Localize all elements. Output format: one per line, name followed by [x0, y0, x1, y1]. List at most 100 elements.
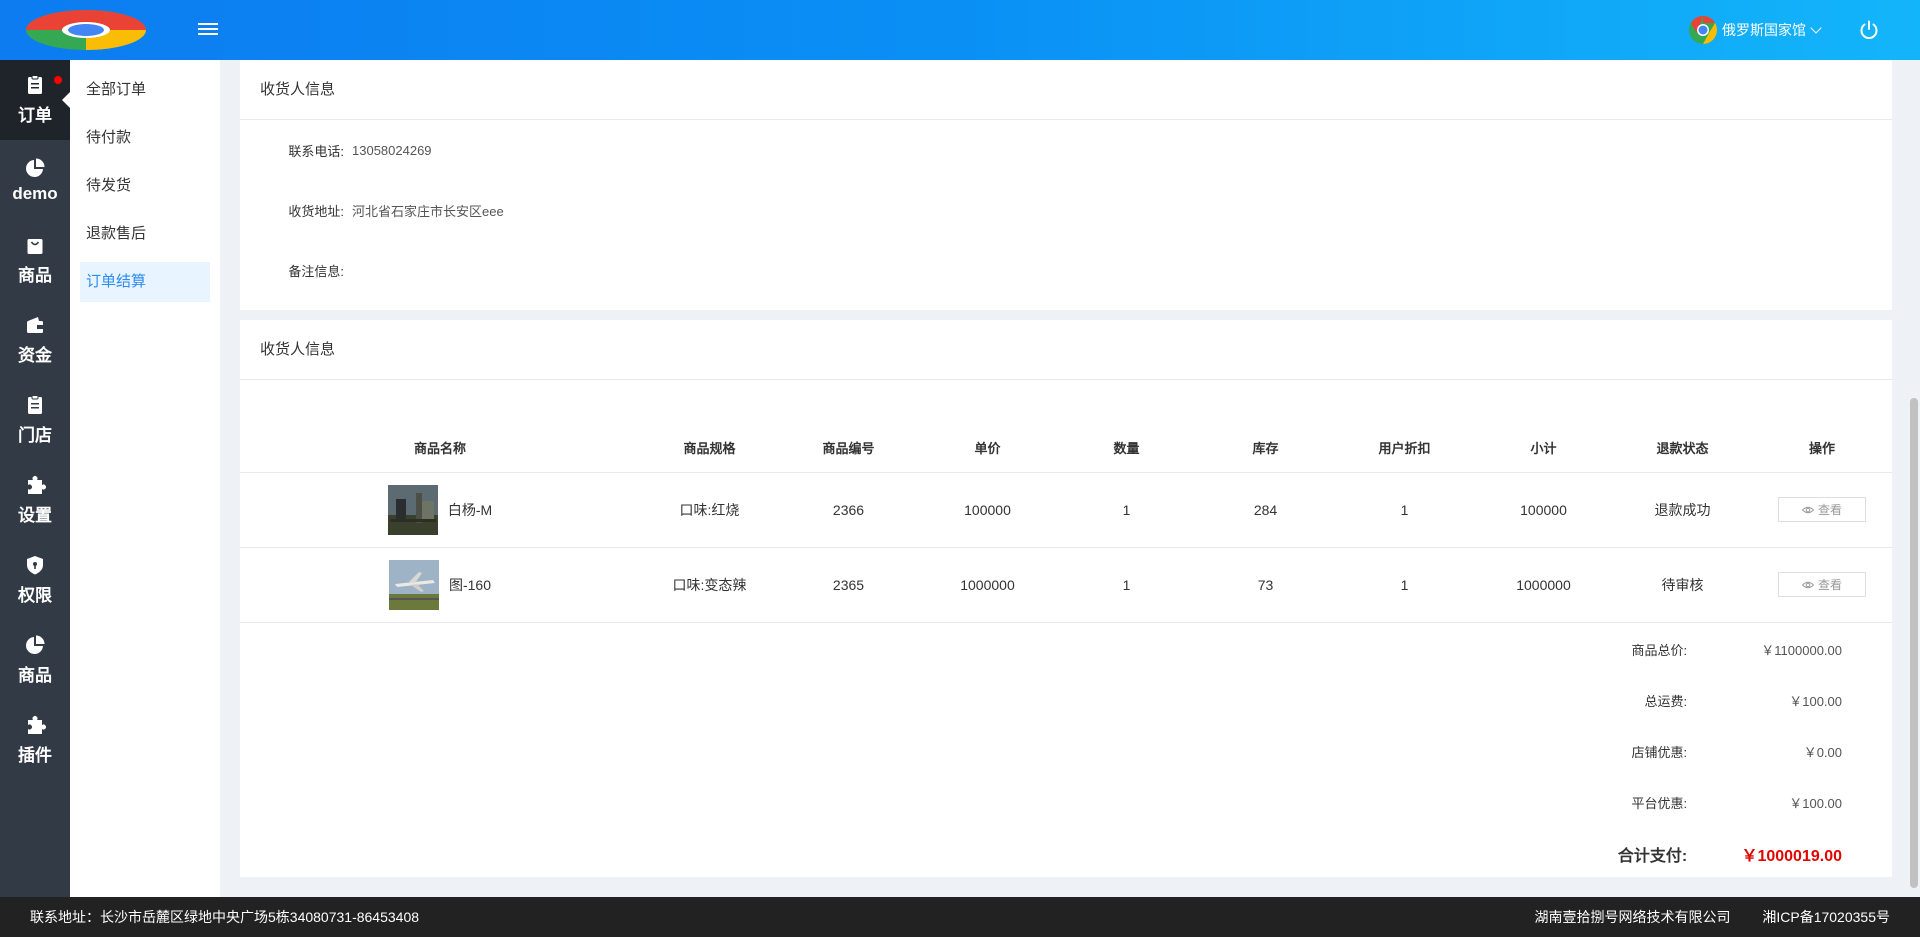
receiver-info-card: 收货人信息 联系电话: 13058024269 收货地址: 河北省石家庄市长安区… [240, 60, 1892, 310]
power-icon[interactable] [1858, 19, 1880, 41]
shopping-bag-icon [27, 239, 43, 254]
action-cell: 查看 [1752, 547, 1892, 623]
summary-row-shop-discount: 店铺优惠: ￥0.00 [1542, 726, 1842, 777]
summary-value: ￥100.00 [1789, 694, 1842, 709]
nav-label: 门店 [18, 426, 52, 445]
action-cell: 查看 [1752, 472, 1892, 548]
submenu-item-pending-payment[interactable]: 待付款 [80, 118, 210, 158]
submenu-item-settlement[interactable]: 订单结算 [80, 262, 210, 302]
user-menu[interactable]: 俄罗斯国家馆 [1688, 14, 1822, 46]
submenu-item-pending-shipment[interactable]: 待发货 [80, 166, 210, 206]
phone-value: 13058024269 [352, 142, 432, 158]
goods-card: 收货人信息 商品名称 商品规格 商品编号 单价 数量 库存 用户折扣 小计 退款… [240, 320, 1892, 877]
footer-company: 湖南壹拾捌号网络技术有限公司 [1534, 909, 1731, 925]
nav-item-stores[interactable]: 门店 [0, 380, 70, 460]
main-nav: 订单 demo 商品 资金 门店 设置 权限 商品 插件 [0, 60, 70, 897]
submenu-item-all-orders[interactable]: 全部订单 [80, 70, 210, 110]
summary-row-freight: 总运费: ￥100.00 [1542, 675, 1842, 726]
nav-item-settings[interactable]: 设置 [0, 460, 70, 540]
nav-item-permissions[interactable]: 权限 [0, 540, 70, 620]
column-header: 数量 [1057, 424, 1196, 473]
page-scrollbar[interactable] [1908, 60, 1920, 897]
nav-item-goods[interactable]: 商品 [0, 220, 70, 300]
view-button[interactable]: 查看 [1778, 497, 1866, 522]
column-header: 商品编号 [779, 424, 918, 473]
goods-table: 商品名称 商品规格 商品编号 单价 数量 库存 用户折扣 小计 退款状态 操作 [240, 424, 1892, 623]
qty-cell: 1 [1057, 547, 1196, 623]
phone-label: 联系电话: [288, 143, 344, 159]
clipboard-icon [28, 75, 42, 94]
address-label: 收货地址: [288, 203, 344, 219]
nav-label: demo [12, 183, 58, 203]
product-name: 白杨-M [447, 501, 493, 518]
nav-item-demo[interactable]: demo [0, 140, 70, 220]
chevron-down-icon [1810, 22, 1822, 34]
chrome-avatar-icon [1689, 16, 1717, 44]
clipboard-icon [28, 395, 42, 414]
summary-label: 总运费: [1644, 694, 1688, 709]
code-cell: 2366 [779, 472, 918, 548]
note-row: 备注信息: [240, 240, 1892, 300]
card-title: 收货人信息 [240, 60, 1892, 120]
shield-icon [27, 556, 43, 575]
column-header: 退款状态 [1613, 424, 1752, 473]
discount-cell: 1 [1335, 547, 1474, 623]
spec-cell: 口味:变态辣 [640, 547, 779, 623]
refund-status-cell: 退款成功 [1613, 472, 1752, 548]
puzzle-icon [28, 476, 46, 494]
discount-cell: 1 [1335, 472, 1474, 548]
submenu-item-refunds[interactable]: 退款售后 [80, 214, 210, 254]
table-row: 图-160 口味:变态辣 2365 1000000 1 73 1 1000000… [240, 547, 1892, 623]
summary-label: 平台优惠: [1631, 796, 1688, 811]
nav-label: 插件 [18, 746, 52, 765]
phone-row: 联系电话: 13058024269 [240, 120, 1892, 180]
subtotal-cell: 100000 [1474, 472, 1613, 548]
nav-item-goods-2[interactable]: 商品 [0, 620, 70, 700]
view-button[interactable]: 查看 [1778, 572, 1866, 597]
footer-address: 联系地址：长沙市岳麓区绿地中央广场5栋34080731-86453408 [30, 909, 420, 925]
table-header-row: 商品名称 商品规格 商品编号 单价 数量 库存 用户折扣 小计 退款状态 操作 [240, 424, 1892, 473]
summary-value: ￥0.00 [1803, 745, 1842, 760]
view-button-label: 查看 [1817, 578, 1842, 592]
price-cell: 1000000 [918, 547, 1057, 623]
summary-row-platform-discount: 平台优惠: ￥100.00 [1542, 777, 1842, 828]
page-footer: 联系地址：长沙市岳麓区绿地中央广场5栋34080731-86453408 湖南壹… [0, 897, 1920, 937]
column-header: 单价 [918, 424, 1057, 473]
notification-dot [54, 76, 62, 84]
column-header: 库存 [1196, 424, 1335, 473]
scrollbar-thumb[interactable] [1910, 398, 1918, 888]
nav-item-plugins[interactable]: 插件 [0, 700, 70, 780]
subtotal-cell: 1000000 [1474, 547, 1613, 623]
footer-right: 湖南壹拾捌号网络技术有限公司 湘ICP备17020355号 [1506, 907, 1890, 927]
product-name-cell: 图-160 [240, 547, 640, 623]
nav-item-funds[interactable]: 资金 [0, 300, 70, 380]
spec-cell: 口味:红烧 [640, 472, 779, 548]
nav-label: 商品 [18, 266, 52, 285]
chrome-logo[interactable] [24, 9, 148, 51]
address-row: 收货地址: 河北省石家庄市长安区eee [240, 180, 1892, 240]
nav-label: 权限 [18, 586, 52, 605]
product-name-cell: 白杨-M [240, 472, 640, 548]
product-thumbnail[interactable] [388, 559, 439, 610]
column-header: 商品规格 [640, 424, 779, 473]
footer-icp[interactable]: 湘ICP备17020355号 [1762, 909, 1890, 925]
refund-status-cell: 待审核 [1613, 547, 1752, 623]
nav-label: 订单 [18, 106, 52, 125]
view-button-label: 查看 [1817, 503, 1842, 517]
summary-label: 商品总价: [1631, 643, 1688, 658]
product-thumbnail[interactable] [387, 484, 438, 535]
note-label: 备注信息: [288, 263, 344, 279]
column-header: 商品名称 [240, 424, 640, 473]
price-cell: 100000 [918, 472, 1057, 548]
menu-toggle-icon[interactable] [198, 20, 218, 40]
table-row: 白杨-M 口味:红烧 2366 100000 1 284 1 100000 退款… [240, 472, 1892, 548]
nav-item-orders[interactable]: 订单 [0, 60, 70, 140]
column-header: 操作 [1752, 424, 1892, 473]
summary-row-goods-total: 商品总价: ￥1100000.00 [1542, 624, 1842, 675]
pie-chart-icon [26, 635, 45, 654]
summary-row-total-pay: 合计支付: ￥1000019.00 [1542, 828, 1842, 879]
summary-value: ￥100.00 [1789, 796, 1842, 811]
pie-chart-icon [26, 158, 45, 177]
nav-label: 商品 [18, 666, 52, 685]
eye-icon [1801, 506, 1814, 513]
